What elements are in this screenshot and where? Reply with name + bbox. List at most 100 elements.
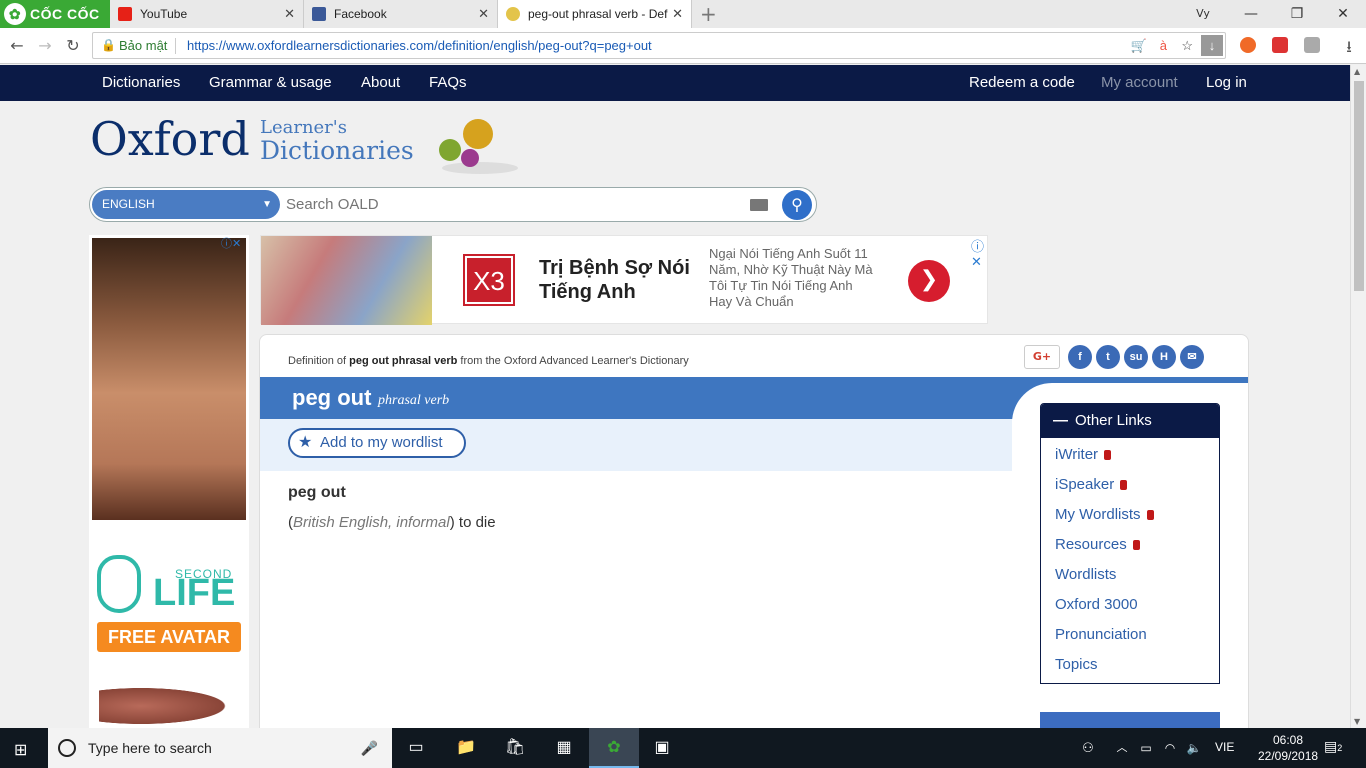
store-icon[interactable]: 🛍: [503, 736, 527, 760]
forward-icon[interactable]: →: [34, 36, 56, 55]
nav-dictionaries[interactable]: Dictionaries: [102, 74, 180, 91]
windows-start-icon[interactable]: ⊞: [14, 740, 27, 760]
taskbar-search[interactable]: Type here to search 🎤: [48, 728, 392, 768]
keyboard-icon[interactable]: [750, 199, 768, 211]
new-tab-icon[interactable]: +: [700, 2, 717, 26]
other-links-header[interactable]: — Other Links: [1041, 404, 1219, 438]
scroll-up-icon[interactable]: ▲: [1354, 67, 1360, 76]
other-links-title: Other Links: [1075, 412, 1152, 429]
sidebar-link-pronunciation[interactable]: Pronunciation: [1055, 626, 1147, 643]
download-page-icon[interactable]: ↓: [1201, 35, 1223, 56]
microphone-icon[interactable]: 🎤: [361, 728, 378, 768]
sidebar-link-oxford-3000[interactable]: Oxford 3000: [1055, 596, 1138, 613]
people-icon[interactable]: ⚇: [1076, 736, 1100, 760]
scroll-down-icon[interactable]: ▼: [1354, 717, 1360, 726]
sidebar-link-topics[interactable]: Topics: [1055, 656, 1098, 673]
back-icon[interactable]: ←: [6, 36, 28, 55]
url-text[interactable]: https://www.oxfordlearnersdictionaries.c…: [187, 33, 652, 58]
volume-icon[interactable]: 🔈: [1182, 736, 1206, 760]
left-ad[interactable]: ⓘ✕ SECOND LIFE FREE AVATAR ❯❯: [89, 235, 249, 728]
tab-youtube[interactable]: YouTube ✕: [110, 0, 304, 28]
ad-chevron-right-icon[interactable]: ❯: [908, 260, 950, 302]
bookmark-star-icon[interactable]: ☆: [1181, 33, 1193, 58]
extension-chrome-icon[interactable]: [1240, 37, 1256, 53]
taskbar-coccoc[interactable]: ✿: [589, 728, 639, 768]
sidebar-link-wordlists[interactable]: Wordlists: [1055, 566, 1116, 583]
stumbleupon-share-icon[interactable]: su: [1124, 345, 1148, 369]
definition-of-line: Definition of peg out phrasal verb from …: [288, 355, 689, 367]
email-share-icon[interactable]: ✉: [1180, 345, 1204, 369]
search-button[interactable]: ⚲: [782, 190, 812, 220]
tab-oxford[interactable]: peg-out phrasal verb - Def ✕: [498, 0, 692, 28]
youtube-icon: [118, 7, 132, 21]
tab-title: YouTube: [140, 7, 188, 21]
ad-title[interactable]: Trị Bệnh Sợ Nói Tiếng Anh: [539, 256, 699, 304]
adchoices-icon[interactable]: ⓘ ✕: [971, 236, 987, 270]
ad-photo: [261, 236, 432, 325]
tab-facebook[interactable]: Facebook ✕: [304, 0, 498, 28]
search-icon: ⚲: [791, 195, 803, 214]
clock-time: 06:08: [1272, 733, 1304, 747]
extension-sync-icon[interactable]: [1304, 37, 1320, 53]
coccoc-logo[interactable]: ✿ CỐC CỐC: [0, 0, 110, 28]
app-icon[interactable]: ▦: [552, 736, 576, 760]
twitter-share-icon[interactable]: t: [1096, 345, 1120, 369]
omnibox[interactable]: 🔒 Bảo mật https://www.oxfordlearnersdict…: [92, 32, 1226, 59]
downloads-icon[interactable]: ⭳: [1338, 36, 1360, 63]
sidebar-link-iwriter[interactable]: iWriter: [1055, 446, 1112, 463]
task-view-icon[interactable]: ▭: [404, 736, 428, 760]
action-center-icon[interactable]: ▤2: [1324, 738, 1342, 755]
oxford-wordmark[interactable]: Oxford: [90, 112, 250, 166]
definition-of-prefix: Definition of: [288, 355, 350, 367]
battery-icon[interactable]: ▭: [1134, 736, 1158, 760]
lock-icon: [1132, 540, 1140, 551]
free-avatar-button[interactable]: FREE AVATAR ❯❯: [97, 622, 241, 677]
file-explorer-icon[interactable]: 📁: [454, 736, 478, 760]
close-tab-icon[interactable]: ✕: [284, 0, 295, 28]
nav-my-account[interactable]: My account: [1101, 74, 1178, 91]
collapse-icon: —: [1053, 412, 1068, 429]
cortana-icon: [58, 739, 76, 757]
add-to-wordlist-button[interactable]: ★ Add to my wordlist: [288, 428, 466, 458]
facebook-share-icon[interactable]: f: [1068, 345, 1092, 369]
nav-log-in[interactable]: Log in: [1206, 74, 1247, 91]
page-scrollbar[interactable]: ▲ ▼: [1350, 65, 1366, 728]
clock[interactable]: 06:08 22/09/2018: [1258, 732, 1318, 764]
profile-icon[interactable]: Vy: [1180, 0, 1226, 28]
language-select[interactable]: ENGLISH ▼: [92, 190, 280, 219]
close-tab-icon[interactable]: ✕: [672, 0, 683, 28]
close-window-icon[interactable]: ✕: [1320, 0, 1366, 28]
extension-shield-icon[interactable]: [1272, 37, 1288, 53]
address-toolbar: ← → ↻ 🔒 Bảo mật https://www.oxfordlearne…: [0, 28, 1366, 64]
show-hidden-icons[interactable]: ︿: [1110, 736, 1134, 760]
cart-icon[interactable]: 🛒: [1131, 33, 1147, 58]
chevron-down-icon: ▼: [262, 199, 272, 210]
hi5-share-icon[interactable]: H: [1152, 345, 1176, 369]
sidebar-link-ispeaker[interactable]: iSpeaker: [1055, 476, 1128, 493]
close-tab-icon[interactable]: ✕: [478, 0, 489, 28]
top-ad-banner[interactable]: X3 Trị Bệnh Sợ Nói Tiếng Anh Ngại Nói Ti…: [260, 235, 988, 325]
translate-icon[interactable]: à: [1160, 33, 1167, 58]
nav-redeem-code[interactable]: Redeem a code: [969, 74, 1075, 91]
nav-faqs[interactable]: FAQs: [429, 74, 467, 91]
reload-icon[interactable]: ↻: [62, 36, 84, 55]
restore-icon[interactable]: ❐: [1274, 0, 1320, 28]
app-icon-2[interactable]: ▣: [650, 736, 674, 760]
scroll-thumb[interactable]: [1354, 81, 1364, 291]
nav-about[interactable]: About: [361, 74, 400, 91]
sidebar-link-resources[interactable]: Resources: [1055, 536, 1140, 553]
wifi-icon[interactable]: ◠: [1158, 736, 1182, 760]
sense-definition: (British English, informal) to die: [288, 514, 496, 531]
nav-grammar-usage[interactable]: Grammar & usage: [209, 74, 332, 91]
secure-label: Bảo mật: [119, 38, 168, 53]
sidebar-link-label: iWriter: [1055, 446, 1099, 463]
minimize-icon[interactable]: —: [1228, 0, 1274, 28]
adchoices-icon[interactable]: ⓘ✕: [221, 235, 241, 251]
search-input[interactable]: [286, 192, 736, 217]
windows-taskbar: ⊞ Type here to search 🎤 ▭ 📁 🛍 ▦ ✿ ▣ ⚇ ︿ …: [0, 728, 1366, 768]
sidebar-link-label: iSpeaker: [1055, 476, 1115, 493]
input-language[interactable]: VIE: [1215, 740, 1234, 754]
sidebar-link-my-wordlists[interactable]: My Wordlists: [1055, 506, 1154, 523]
site-navbar: Dictionaries Grammar & usage About FAQs …: [0, 65, 1350, 101]
google-plus-icon[interactable]: G+: [1024, 345, 1060, 369]
